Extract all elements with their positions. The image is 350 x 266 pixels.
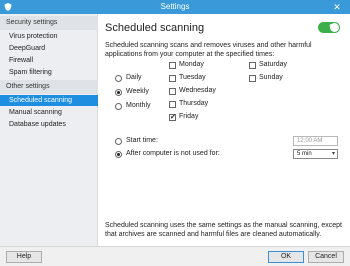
sidebar-group-security: Security settings [0,16,98,30]
label-wednesday: Wednesday [179,87,216,94]
checkbox-monday[interactable] [169,62,176,69]
checkbox-sunday[interactable] [249,75,256,82]
label-idle: After computer is not used for: [126,150,220,157]
label-monday: Monday [179,61,204,68]
checkbox-tuesday[interactable] [169,75,176,82]
sidebar-item-firewall[interactable]: Firewall [0,55,98,66]
idle-duration-value: 5 min [297,151,312,157]
sidebar-item-deepguard[interactable]: DeepGuard [0,43,98,54]
checkbox-friday[interactable] [169,113,176,122]
button-bar: Help OK Cancel [0,246,350,266]
help-button[interactable]: Help [6,251,42,263]
label-daily: Daily [126,74,142,81]
checkbox-thursday[interactable] [169,101,176,108]
sidebar-item-manual-scanning[interactable]: Manual scanning [0,107,98,118]
close-icon[interactable]: ✕ [328,1,346,13]
idle-duration-dropdown[interactable]: 5 min ▾ [293,149,338,159]
label-weekly: Weekly [126,88,149,95]
label-friday: Friday [179,113,199,120]
description: Scheduled scanning scans and removes vir… [105,42,312,58]
radio-monthly[interactable] [115,103,122,110]
sidebar: Security settings Virus protection DeepG… [0,14,98,246]
sidebar-item-database-updates[interactable]: Database updates [0,119,98,130]
ok-button[interactable]: OK [268,251,304,263]
sidebar-item-virus-protection[interactable]: Virus protection [0,31,98,42]
sidebar-item-spam-filtering[interactable]: Spam filtering [0,67,98,78]
toggle-knob [330,23,339,32]
label-sunday: Sunday [259,74,283,81]
start-time-input[interactable]: 12:00 AM [293,136,338,146]
label-monthly: Monthly [126,102,151,109]
scanning-note: Scheduled scanning uses the same setting… [105,222,342,238]
sidebar-item-scheduled-scanning[interactable]: Scheduled scanning [0,95,98,106]
label-saturday: Saturday [259,61,288,68]
radio-idle[interactable] [115,151,122,158]
chevron-down-icon: ▾ [331,151,335,157]
content-panel: Scheduled scanning ON Scheduled scanning… [99,14,350,246]
label-start-time: Start time: [126,137,158,144]
radio-weekly[interactable] [115,89,122,96]
window-title: Settings [160,2,190,11]
radio-start-time[interactable] [115,138,122,145]
start-time-value: 12:00 AM [297,138,323,144]
radio-daily[interactable] [115,75,122,82]
scheduled-scanning-toggle[interactable]: ON [318,22,340,33]
checkbox-saturday[interactable] [249,62,256,69]
sidebar-group-other: Other settings [0,80,98,94]
cancel-button[interactable]: Cancel [308,251,344,263]
page-title: Scheduled scanning [105,22,205,34]
label-thursday: Thursday [179,100,209,107]
title-bar: Settings ✕ [0,0,350,14]
label-tuesday: Tuesday [179,74,206,81]
checkbox-wednesday[interactable] [169,88,176,95]
